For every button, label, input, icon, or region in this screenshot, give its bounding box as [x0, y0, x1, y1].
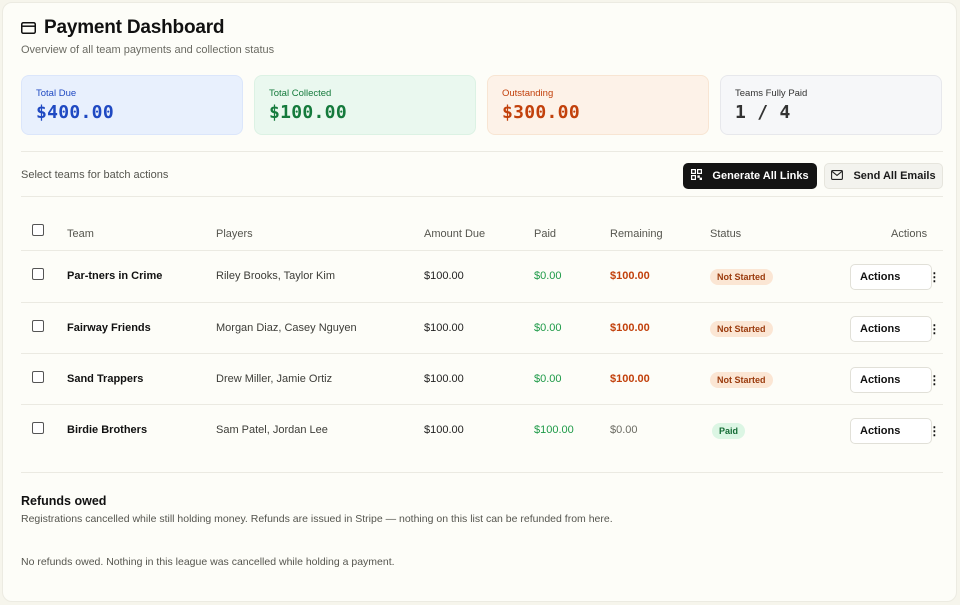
stats-row: Total Due $400.00 Total Collected $100.0…	[21, 75, 942, 135]
amount-remaining: $100.00	[610, 322, 650, 334]
divider	[21, 250, 943, 251]
actions-label: Actions	[860, 271, 901, 283]
stat-value: $400.00	[36, 102, 114, 123]
send-all-emails-label: Send All Emails	[853, 170, 936, 182]
amount-due: $100.00	[424, 373, 464, 385]
team-players: Riley Brooks, Taylor Kim	[216, 270, 335, 282]
divider	[21, 196, 943, 197]
column-header-amount-due: Amount Due	[424, 228, 486, 240]
column-header-actions: Actions	[891, 228, 928, 240]
amount-due: $100.00	[424, 270, 464, 282]
team-players: Sam Patel, Jordan Lee	[216, 424, 328, 436]
more-vertical-icon: ⋮	[928, 322, 941, 336]
mail-icon	[831, 169, 844, 183]
stat-label: Teams Fully Paid	[735, 88, 808, 99]
status-badge: Paid	[712, 423, 746, 439]
stat-value: 1 / 4	[735, 102, 791, 123]
actions-label: Actions	[860, 323, 901, 335]
team-name: Sand Trappers	[67, 373, 144, 385]
send-all-emails-button[interactable]: Send All Emails	[824, 163, 943, 189]
page-subtitle: Overview of all team payments and collec…	[21, 44, 275, 56]
column-header-paid: Paid	[534, 228, 557, 240]
credit-card-icon	[21, 22, 36, 34]
divider	[21, 404, 943, 405]
amount-remaining: $100.00	[610, 270, 650, 282]
team-players: Morgan Diaz, Casey Nguyen	[216, 322, 357, 334]
status-badge: Not Started	[710, 372, 773, 388]
actions-button[interactable]: Actions ⋮	[850, 418, 940, 444]
column-header-remaining: Remaining	[610, 228, 663, 240]
row-checkbox[interactable]	[32, 371, 44, 383]
page-title: Payment Dashboard	[44, 17, 225, 38]
generate-all-links-button[interactable]: Generate All Links	[683, 163, 817, 189]
status-badge: Not Started	[710, 321, 773, 337]
stat-outstanding: Outstanding $300.00	[487, 75, 709, 135]
divider	[21, 151, 943, 152]
actions-label: Actions	[860, 374, 901, 386]
actions-label: Actions	[860, 425, 901, 437]
select-all-checkbox[interactable]	[32, 224, 44, 236]
stat-label: Total Collected	[269, 88, 332, 99]
stat-teams-fully-paid: Teams Fully Paid 1 / 4	[720, 75, 942, 135]
team-players: Drew Miller, Jamie Ortiz	[216, 373, 333, 385]
amount-paid: $0.00	[534, 270, 562, 282]
team-name: Par-tners in Crime	[67, 270, 163, 282]
payment-dashboard-card: Payment Dashboard Overview of all team p…	[2, 2, 957, 602]
team-name: Fairway Friends	[67, 322, 151, 334]
amount-remaining: $0.00	[610, 424, 638, 436]
amount-paid: $0.00	[534, 373, 562, 385]
refunds-empty-state: No refunds owed. Nothing in this league …	[21, 556, 395, 568]
status-badge: Not Started	[710, 269, 773, 285]
generate-all-links-label: Generate All Links	[712, 170, 809, 182]
column-header-team: Team	[67, 228, 94, 240]
page-header: Payment Dashboard Overview of all team p…	[21, 17, 274, 56]
refunds-title: Refunds owed	[21, 494, 107, 508]
row-checkbox[interactable]	[32, 268, 44, 280]
stat-label: Total Due	[36, 88, 77, 99]
more-vertical-icon: ⋮	[928, 424, 941, 438]
divider	[21, 302, 943, 303]
stat-value: $100.00	[269, 102, 347, 123]
divider	[21, 353, 943, 354]
divider	[21, 472, 943, 473]
batch-actions-hint: Select teams for batch actions	[21, 169, 169, 181]
more-vertical-icon: ⋮	[928, 270, 941, 284]
column-header-status: Status	[710, 228, 742, 240]
row-checkbox[interactable]	[32, 320, 44, 332]
amount-paid: $100.00	[534, 424, 574, 436]
refunds-description: Registrations cancelled while still hold…	[21, 513, 613, 525]
actions-button[interactable]: Actions ⋮	[850, 367, 940, 393]
amount-due: $100.00	[424, 424, 464, 436]
qr-code-icon	[691, 169, 703, 183]
row-checkbox[interactable]	[32, 422, 44, 434]
amount-due: $100.00	[424, 322, 464, 334]
stat-total-collected: Total Collected $100.00	[254, 75, 476, 135]
team-name: Birdie Brothers	[67, 424, 148, 436]
stat-value: $300.00	[502, 102, 580, 123]
column-header-players: Players	[216, 228, 253, 240]
amount-remaining: $100.00	[610, 373, 650, 385]
more-vertical-icon: ⋮	[928, 373, 941, 387]
stat-label: Outstanding	[502, 88, 554, 99]
amount-paid: $0.00	[534, 322, 562, 334]
stat-total-due: Total Due $400.00	[21, 75, 243, 135]
actions-button[interactable]: Actions ⋮	[850, 316, 940, 342]
actions-button[interactable]: Actions ⋮	[850, 264, 940, 290]
